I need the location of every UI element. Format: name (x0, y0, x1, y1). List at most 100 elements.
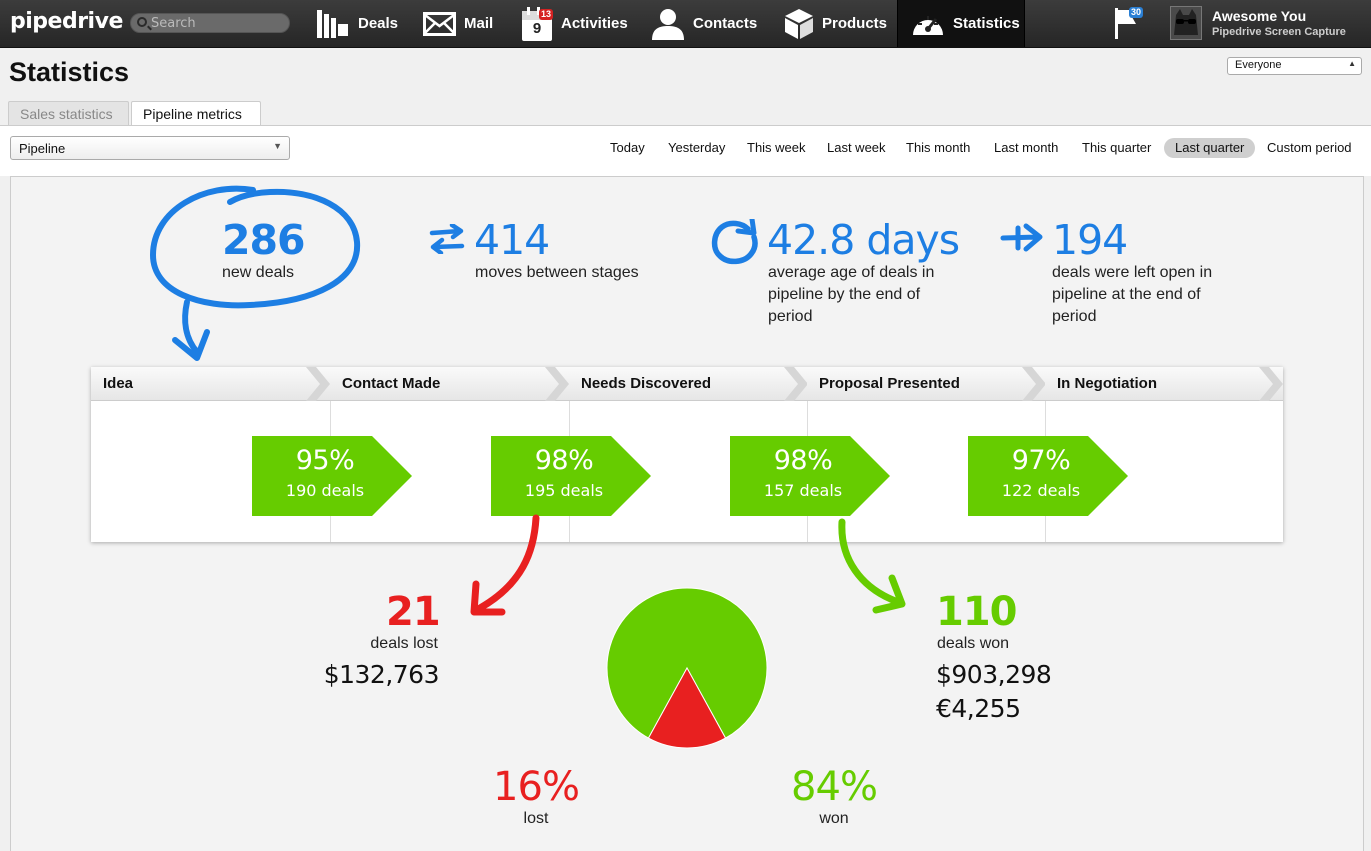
moves-label: moves between stages (475, 264, 639, 281)
calendar-icon: 9 13 (521, 6, 554, 42)
won-lost-pie-chart (606, 587, 768, 749)
period-last-month[interactable]: Last month (983, 138, 1069, 158)
swap-arrows-icon (429, 224, 465, 254)
user-name: Awesome You (1212, 8, 1307, 24)
stage-contact-made[interactable]: Contact Made (330, 367, 569, 401)
conversion-percent: 98% (534, 445, 594, 476)
stage-needs-discovered-label: Needs Discovered (581, 375, 712, 392)
period-last-quarter[interactable]: Last quarter (1164, 138, 1256, 158)
avg-age-value: 42.8 days (767, 216, 960, 264)
stage-chevron-icon (784, 367, 808, 401)
nav-statistics-label: Statistics (953, 15, 1020, 32)
left-open-label-1: deals were left open in (1052, 264, 1213, 281)
pipedrive-logo[interactable]: pipedrive (10, 9, 123, 34)
stage-needs-discovered[interactable]: Needs Discovered (569, 367, 808, 401)
period-today[interactable]: Today (599, 138, 656, 158)
nav-deals[interactable]: Deals (316, 0, 398, 47)
forward-arrow-icon (1000, 223, 1043, 252)
stage-chevron-icon (545, 367, 569, 401)
new-deals-label: new deals (222, 264, 295, 281)
avg-age-label-3: period (768, 308, 813, 325)
deals-won-amount-usd: $903,298 (936, 660, 1052, 689)
stage-chevron-icon (306, 367, 330, 401)
tab-pipeline-metrics[interactable]: Pipeline metrics (131, 101, 261, 127)
conversion-deals: 195 deals (524, 481, 604, 500)
conversion-deals: 190 deals (285, 481, 365, 500)
nav-activities[interactable]: 9 13 Activities (521, 0, 628, 47)
nav-statistics[interactable]: Statistics (897, 0, 1025, 47)
deals-lost-count: 21 (386, 589, 441, 635)
new-deals-value: 286 (222, 216, 306, 264)
won-arrow-icon (838, 518, 906, 614)
conversion-contact-to-needs: 98% 195 deals (491, 436, 651, 516)
stage-idea-label: Idea (103, 375, 134, 392)
period-custom[interactable]: Custom period (1256, 138, 1363, 158)
page-title: Statistics (9, 57, 130, 87)
deals-won-count: 110 (936, 589, 1017, 635)
nav-mail[interactable]: Mail (423, 0, 493, 47)
nav-products[interactable]: Products (784, 0, 887, 47)
avatar[interactable] (1170, 6, 1202, 40)
deals-lost-label: deals lost (370, 635, 438, 652)
pipeline-select-value: Pipeline (19, 141, 66, 156)
contacts-icon (652, 8, 684, 40)
conversion-idea-to-contact: 95% 190 deals (252, 436, 412, 516)
user-filter-select[interactable]: Everyone ▲ (1227, 57, 1362, 75)
search-input[interactable] (151, 15, 281, 31)
conversion-percent: 95% (295, 445, 355, 476)
moves-value: 414 (474, 216, 550, 264)
stage-chevron-icon (1022, 367, 1046, 401)
nav-products-label: Products (822, 15, 888, 32)
nav-contacts[interactable]: Contacts (651, 0, 757, 47)
chevron-down-icon: ▼ (273, 141, 282, 151)
stage-chevron-icon (1259, 367, 1283, 401)
lost-percent: 16% (493, 764, 580, 810)
deals-lost-amount: $132,763 (323, 660, 440, 689)
search-box[interactable] (130, 13, 290, 33)
flag-notifications[interactable]: 30 (1112, 6, 1148, 42)
pipeline-stages: Idea Contact Made Needs Discovered Propo… (91, 367, 1283, 542)
flag-badge: 30 (1129, 7, 1144, 18)
select-arrows-icon: ▲ (1348, 59, 1356, 68)
tab-sales-statistics[interactable]: Sales statistics (8, 101, 129, 126)
left-open-label-3: period (1052, 308, 1097, 325)
search-icon (137, 17, 147, 27)
nav-mail-label: Mail (464, 15, 494, 32)
mail-icon (423, 11, 456, 36)
conversion-proposal-to-negotiation: 97% 122 deals (968, 436, 1128, 516)
nav-contacts-label: Contacts (693, 15, 758, 32)
conversion-deals: 122 deals (1001, 481, 1081, 500)
deals-won-label: deals won (937, 635, 1010, 652)
conversion-percent: 97% (1011, 445, 1071, 476)
user-menu[interactable]: Awesome You Pipedrive Screen Capture (1170, 4, 1370, 44)
won-percent-label: won (819, 810, 849, 827)
pipeline-select[interactable]: Pipeline ▼ (10, 136, 290, 160)
won-percent: 84% (791, 764, 878, 810)
top-navigation-bar: pipedrive Deals Mail 9 (0, 0, 1371, 48)
avg-age-label-1: average age of deals in (768, 264, 935, 281)
calendar-day: 9 (532, 19, 542, 37)
products-icon (785, 8, 813, 39)
stage-contact-made-label: Contact Made (342, 375, 441, 392)
lost-arrow-icon (470, 514, 540, 616)
cat-avatar-icon (1171, 7, 1201, 39)
stage-proposal-presented[interactable]: Proposal Presented (807, 367, 1046, 401)
conversion-deals: 157 deals (763, 481, 843, 500)
filter-toolbar: Pipeline ▼ Today Yesterday This week Las… (0, 126, 1371, 176)
conversion-percent: 98% (773, 445, 833, 476)
period-last-week[interactable]: Last week (816, 138, 897, 158)
period-yesterday[interactable]: Yesterday (657, 138, 736, 158)
activities-badge: 13 (539, 8, 554, 20)
avg-age-label-2: pipeline by the end of (768, 286, 921, 303)
stage-idea[interactable]: Idea (91, 367, 330, 401)
period-this-week[interactable]: This week (736, 138, 817, 158)
nav-deals-label: Deals (358, 15, 399, 32)
stage-in-negotiation[interactable]: In Negotiation (1045, 367, 1283, 401)
nav-activities-label: Activities (561, 15, 628, 32)
refresh-circle-icon (711, 219, 758, 265)
user-filter-value: Everyone (1235, 59, 1282, 71)
period-this-month[interactable]: This month (895, 138, 981, 158)
stage-proposal-presented-label: Proposal Presented (819, 375, 960, 392)
user-company: Pipedrive Screen Capture (1212, 26, 1346, 38)
period-this-quarter[interactable]: This quarter (1071, 138, 1162, 158)
